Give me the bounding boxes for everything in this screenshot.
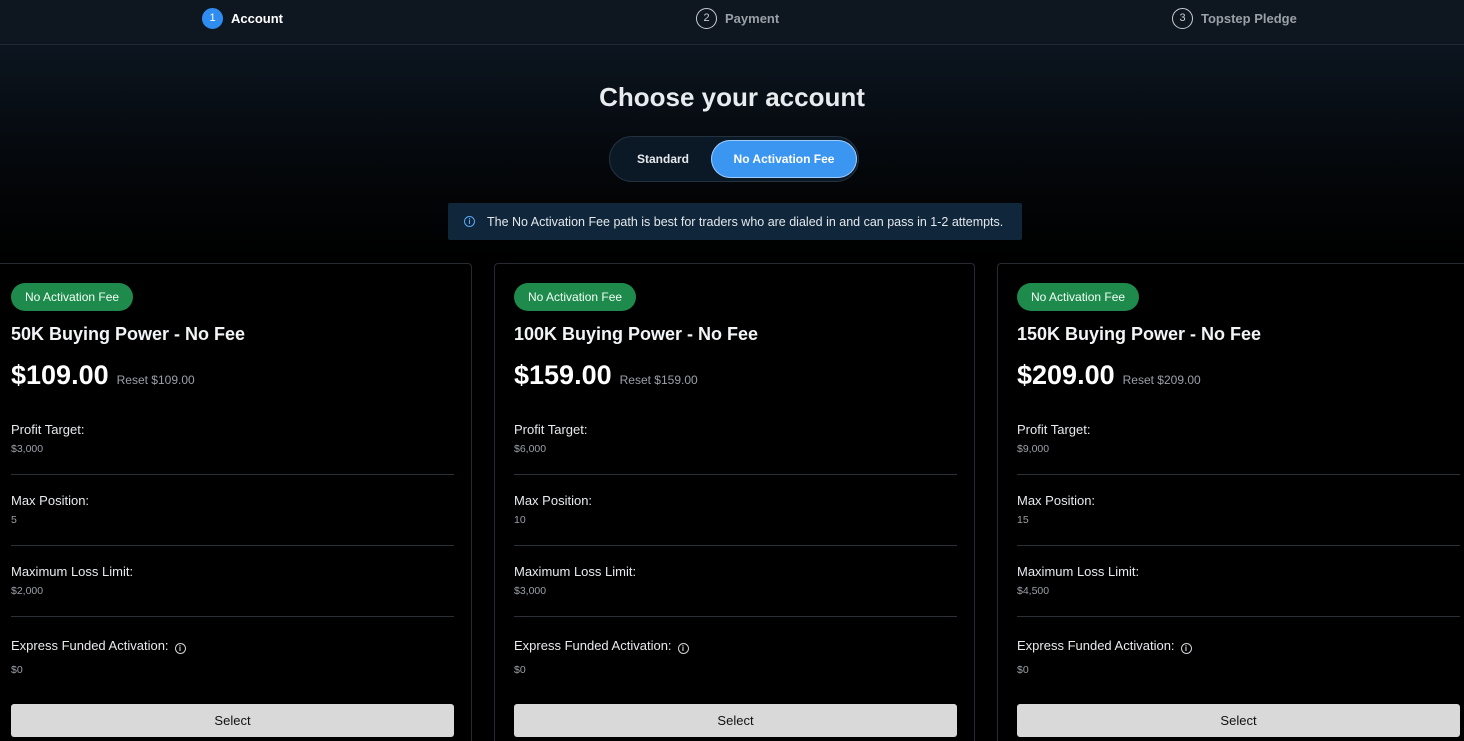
divider xyxy=(1017,616,1460,617)
reset-price: Reset $209.00 xyxy=(1122,373,1201,387)
spec-label: Profit Target: xyxy=(514,422,588,437)
divider xyxy=(514,474,957,475)
reset-price: Reset $159.00 xyxy=(619,373,698,387)
price-row: $109.00 Reset $109.00 xyxy=(11,360,195,391)
step-number: 2 xyxy=(696,7,717,29)
spec-label: Maximum Loss Limit: xyxy=(11,564,134,579)
divider xyxy=(1017,474,1460,475)
step-label: Account xyxy=(231,10,283,26)
divider xyxy=(514,616,957,617)
price-amount: $109.00 xyxy=(11,360,109,390)
account-card: No Activation Fee 100K Buying Power - No… xyxy=(494,263,975,741)
reset-price: Reset $109.00 xyxy=(116,373,195,387)
spec-label-text: Express Funded Activation: xyxy=(514,638,672,653)
plan-name: 150K Buying Power - No Fee xyxy=(1017,324,1262,344)
spec-value: 5 xyxy=(11,514,17,526)
spec-value: $2,000 xyxy=(11,585,44,597)
divider xyxy=(514,545,957,546)
info-icon[interactable]: i xyxy=(174,643,186,654)
spec-max-position: Max Position: 5 xyxy=(11,493,454,526)
spec-max-loss-limit: Maximum Loss Limit: $2,000 xyxy=(11,564,454,597)
plan-badge: No Activation Fee xyxy=(1017,283,1140,311)
account-card: No Activation Fee 150K Buying Power - No… xyxy=(997,263,1464,741)
spec-express-funded-activation: Express Funded Activation: i $0 xyxy=(514,638,957,676)
step-label: Topstep Pledge xyxy=(1201,10,1297,26)
spec-label: Profit Target: xyxy=(11,422,85,437)
spec-value: $3,000 xyxy=(11,443,44,455)
info-banner: i The No Activation Fee path is best for… xyxy=(448,203,1022,240)
step-payment[interactable]: 2 Payment xyxy=(696,7,779,29)
spec-label: Express Funded Activation: i xyxy=(11,638,454,654)
spec-label: Max Position: xyxy=(514,493,593,508)
account-card: No Activation Fee 50K Buying Power - No … xyxy=(0,263,472,741)
spec-value: 15 xyxy=(1017,514,1029,526)
step-account[interactable]: 1 Account xyxy=(202,7,283,29)
price-row: $159.00 Reset $159.00 xyxy=(514,360,698,391)
spec-label: Max Position: xyxy=(11,493,90,508)
spec-label: Express Funded Activation: i xyxy=(514,638,957,654)
spec-value: $6,000 xyxy=(514,443,547,455)
spec-profit-target: Profit Target: $6,000 xyxy=(514,422,957,455)
toggle-option-no-activation-fee[interactable]: No Activation Fee xyxy=(711,140,857,178)
step-number: 3 xyxy=(1172,7,1193,29)
spec-value: 10 xyxy=(514,514,526,526)
plan-badge: No Activation Fee xyxy=(11,283,134,311)
spec-profit-target: Profit Target: $9,000 xyxy=(1017,422,1460,455)
step-number: 1 xyxy=(202,7,223,29)
plan-name: 50K Buying Power - No Fee xyxy=(11,324,246,344)
divider xyxy=(1017,545,1460,546)
select-button[interactable]: Select xyxy=(11,704,454,737)
info-icon: i xyxy=(464,216,475,227)
info-icon[interactable]: i xyxy=(1180,643,1192,654)
info-text: The No Activation Fee path is best for t… xyxy=(487,214,1004,229)
price-amount: $159.00 xyxy=(514,360,612,390)
spec-express-funded-activation: Express Funded Activation: i $0 xyxy=(11,638,454,676)
spec-value: $4,500 xyxy=(1017,585,1050,597)
spec-value: $0 xyxy=(11,664,23,676)
spec-label-text: Express Funded Activation: xyxy=(1017,638,1175,653)
account-type-toggle: Standard No Activation Fee xyxy=(609,136,859,182)
checkout-stepper: 1 Account 2 Payment 3 Topstep Pledge xyxy=(0,0,1464,45)
spec-label: Maximum Loss Limit: xyxy=(514,564,637,579)
spec-max-position: Max Position: 15 xyxy=(1017,493,1460,526)
divider xyxy=(11,474,454,475)
divider xyxy=(11,545,454,546)
spec-value: $0 xyxy=(1017,664,1029,676)
spec-value: $9,000 xyxy=(1017,443,1050,455)
price-amount: $209.00 xyxy=(1017,360,1115,390)
spec-label: Maximum Loss Limit: xyxy=(1017,564,1140,579)
step-label: Payment xyxy=(725,10,780,26)
spec-max-loss-limit: Maximum Loss Limit: $3,000 xyxy=(514,564,957,597)
spec-max-position: Max Position: 10 xyxy=(514,493,957,526)
step-topstep-pledge[interactable]: 3 Topstep Pledge xyxy=(1172,7,1297,29)
divider xyxy=(11,616,454,617)
spec-value: $3,000 xyxy=(514,585,547,597)
spec-max-loss-limit: Maximum Loss Limit: $4,500 xyxy=(1017,564,1460,597)
spec-label: Max Position: xyxy=(1017,493,1096,508)
plan-badge: No Activation Fee xyxy=(514,283,637,311)
spec-label: Express Funded Activation: i xyxy=(1017,638,1460,654)
spec-value: $0 xyxy=(514,664,526,676)
page: 1 Account 2 Payment 3 Topstep Pledge Cho… xyxy=(0,0,1464,741)
toggle-option-standard[interactable]: Standard xyxy=(614,140,712,178)
price-row: $209.00 Reset $209.00 xyxy=(1017,360,1201,391)
select-button[interactable]: Select xyxy=(514,704,957,737)
spec-profit-target: Profit Target: $3,000 xyxy=(11,422,454,455)
select-button[interactable]: Select xyxy=(1017,704,1460,737)
info-icon[interactable]: i xyxy=(677,643,689,654)
spec-label-text: Express Funded Activation: xyxy=(11,638,169,653)
spec-express-funded-activation: Express Funded Activation: i $0 xyxy=(1017,638,1460,676)
plan-name: 100K Buying Power - No Fee xyxy=(514,324,759,344)
page-title: Choose your account xyxy=(599,82,865,112)
spec-label: Profit Target: xyxy=(1017,422,1091,437)
